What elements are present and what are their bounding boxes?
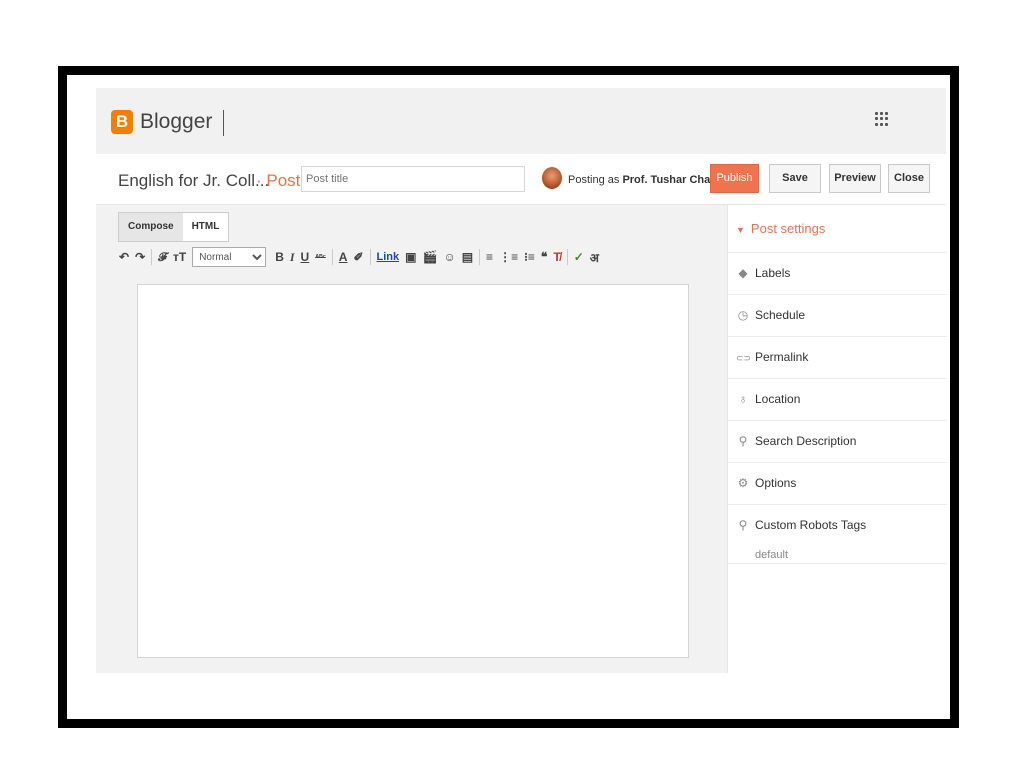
post-body-editor[interactable] xyxy=(137,284,689,658)
insert-video-icon[interactable]: 🎬 xyxy=(419,250,440,264)
header-divider xyxy=(223,110,224,136)
editor-zone: Compose HTML ↶ ↷ 𝓕 тT Normal B I U ᴬᴮᶜ A… xyxy=(96,205,727,673)
close-button[interactable]: Close xyxy=(888,164,930,193)
blogger-editor: B Blogger English for Jr. Coll... · Post… xyxy=(96,88,947,673)
tab-compose[interactable]: Compose xyxy=(119,213,183,241)
save-button[interactable]: Save xyxy=(769,164,821,193)
bold-icon[interactable]: B xyxy=(272,250,287,264)
mode-tabs: Compose HTML xyxy=(118,212,230,242)
toolbar-divider xyxy=(369,249,371,265)
search-icon: ⚲ xyxy=(738,518,748,532)
post-settings-sidebar: ▼ Post settings ◆ Labels ◷ Schedule ⊂⊃ Pe… xyxy=(727,205,947,673)
sidebar-item-labels[interactable]: ◆ Labels xyxy=(728,252,947,295)
caret-down-icon: ▼ xyxy=(736,225,745,235)
italic-icon[interactable]: I xyxy=(287,250,298,265)
search-icon: ⚲ xyxy=(738,434,748,448)
sidebar-item-options[interactable]: ⚙ Options xyxy=(728,462,947,505)
undo-icon[interactable]: ↶ xyxy=(116,250,132,264)
screenshot-frame: B Blogger English for Jr. Coll... · Post… xyxy=(58,66,959,728)
sidebar-item-label: Location xyxy=(755,392,801,406)
sidebar-item-label: Search Description xyxy=(755,434,857,448)
sidebar-item-location[interactable]: ♁ Location xyxy=(728,378,947,421)
insert-image-icon[interactable]: ▣ xyxy=(402,250,419,264)
link-chain-icon: ⊂⊃ xyxy=(736,353,752,363)
blog-name[interactable]: English for Jr. Coll... xyxy=(118,171,269,191)
blogger-logo-icon[interactable]: B xyxy=(111,110,133,134)
toolbar-divider xyxy=(566,249,568,265)
toolbar-divider xyxy=(479,249,481,265)
posting-as-prefix: Posting as xyxy=(568,174,620,186)
emoji-icon[interactable]: ☺ xyxy=(440,250,458,264)
label-tag-icon: ◆ xyxy=(738,266,748,280)
bullet-list-icon[interactable]: ⁝≡ xyxy=(521,250,538,264)
robots-tags-value: default xyxy=(755,549,789,561)
underline-icon[interactable]: U xyxy=(298,250,313,264)
breadcrumb-post: · Post xyxy=(256,171,301,190)
font-family-icon[interactable]: 𝓕 xyxy=(155,250,170,265)
sidebar-item-label: Schedule xyxy=(755,308,806,322)
apps-grid-icon[interactable] xyxy=(875,112,889,126)
sidebar-item-label: Labels xyxy=(755,266,791,280)
sidebar-item-search-description[interactable]: ⚲ Search Description xyxy=(728,420,947,463)
sidebar-item-label: Custom Robots Tags xyxy=(755,518,867,532)
post-title-input[interactable] xyxy=(301,166,525,192)
link-button[interactable]: Link xyxy=(374,251,403,263)
location-pin-icon: ♁ xyxy=(738,392,748,406)
toolbar-divider xyxy=(151,249,153,265)
redo-icon[interactable]: ↷ xyxy=(132,250,148,264)
sidebar-item-schedule[interactable]: ◷ Schedule xyxy=(728,294,947,337)
clock-icon: ◷ xyxy=(737,308,749,322)
sidebar-item-label: Permalink xyxy=(755,350,809,364)
clear-formatting-icon[interactable]: T̸ xyxy=(550,250,563,264)
publish-button[interactable]: Publish xyxy=(710,164,759,193)
post-settings-title: Post settings xyxy=(750,221,826,236)
sidebar-item-permalink[interactable]: ⊂⊃ Permalink xyxy=(728,336,947,379)
gear-icon: ⚙ xyxy=(737,476,749,490)
jump-break-icon[interactable]: ▤ xyxy=(459,250,476,264)
spellcheck-icon[interactable]: ✓ xyxy=(571,250,587,264)
font-size-icon[interactable]: тT xyxy=(170,250,189,264)
sidebar-item-label: Options xyxy=(755,476,797,490)
tab-html[interactable]: HTML xyxy=(183,213,229,241)
align-icon[interactable]: ≡ xyxy=(483,250,496,264)
quote-icon[interactable]: ❝ xyxy=(538,250,550,264)
toolbar-divider xyxy=(331,249,333,265)
text-color-icon[interactable]: A xyxy=(336,250,351,264)
post-title-bar: English for Jr. Coll... · Post Posting a… xyxy=(96,154,946,205)
post-settings-header[interactable]: ▼ Post settings xyxy=(736,221,825,236)
editor-toolbar: ↶ ↷ 𝓕 тT Normal B I U ᴬᴮᶜ A ✐ Link ▣ 🎬 ☺… xyxy=(116,245,721,269)
strikethrough-icon[interactable]: ᴬᴮᶜ xyxy=(312,253,329,262)
paragraph-format-select[interactable]: Normal xyxy=(192,247,267,267)
input-tools-icon[interactable]: अ xyxy=(587,249,602,266)
avatar xyxy=(542,167,562,189)
app-title[interactable]: Blogger xyxy=(140,110,212,134)
highlight-icon[interactable]: ✐ xyxy=(350,250,366,264)
numbered-list-icon[interactable]: ⋮≡ xyxy=(496,250,521,264)
posting-as-text: Posting as Prof. Tushar Chavan xyxy=(568,174,729,186)
preview-button[interactable]: Preview xyxy=(829,164,881,193)
app-header: B Blogger xyxy=(96,88,946,154)
